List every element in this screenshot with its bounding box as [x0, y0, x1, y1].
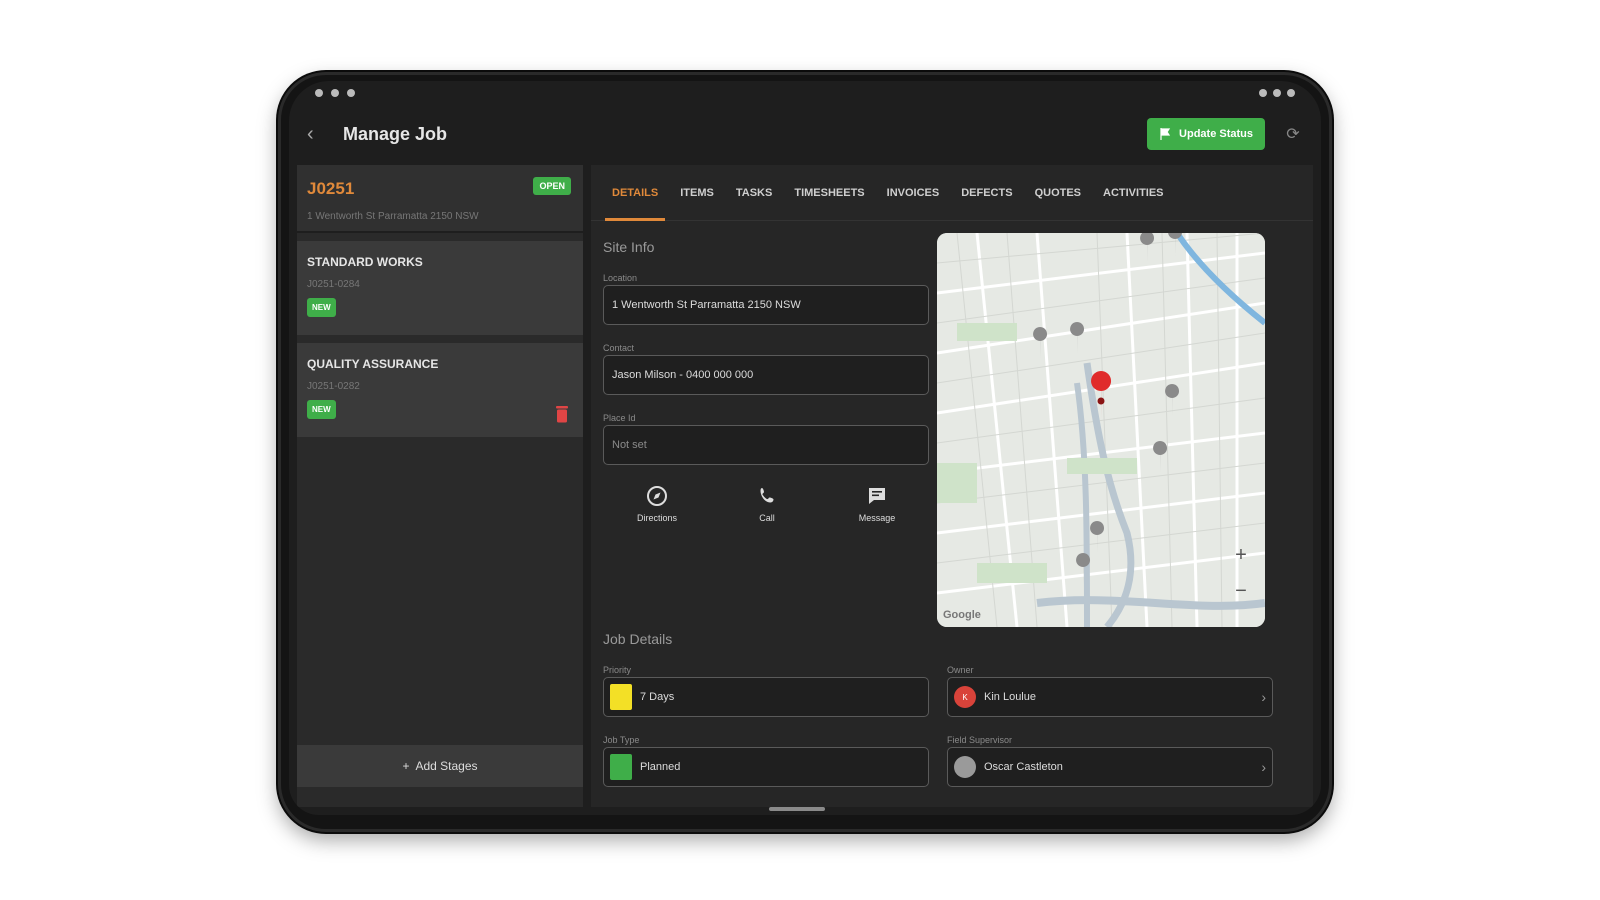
job-type-field[interactable]: Planned: [603, 747, 929, 787]
job-address: 1 Wentworth St Parramatta 2150 NSW: [307, 211, 479, 222]
signal-icon: [1259, 89, 1267, 97]
job-type-value: Planned: [640, 761, 681, 773]
trash-icon[interactable]: [555, 405, 569, 423]
directions-button[interactable]: Directions: [617, 485, 697, 523]
contact-field[interactable]: Jason Milson - 0400 000 000: [603, 355, 929, 395]
google-logo: Google: [943, 609, 981, 621]
supervisor-avatar: [954, 756, 976, 778]
compass-icon: [647, 486, 667, 506]
device-screen: ‹ Manage Job Update Status ⟳ J0251 1 Wen…: [289, 81, 1321, 815]
tab-details[interactable]: DETAILS: [601, 165, 669, 221]
tab-items[interactable]: ITEMS: [669, 165, 725, 221]
place-id-field[interactable]: Not set: [603, 425, 929, 465]
owner-value: Kin Loulue: [984, 691, 1036, 703]
stage-card-quality-assurance[interactable]: QUALITY ASSURANCE J0251-0282 NEW: [297, 343, 583, 437]
message-label: Message: [858, 513, 896, 523]
tab-timesheets[interactable]: TIMESHEETS: [783, 165, 875, 221]
page-title: Manage Job: [343, 123, 448, 144]
details-panel: DETAILS ITEMS TASKS TIMESHEETS INVOICES …: [591, 165, 1313, 807]
message-button[interactable]: Message: [837, 485, 917, 523]
job-type-label: Job Type: [603, 735, 640, 745]
refresh-icon[interactable]: ⟳: [1283, 124, 1303, 144]
tablet-frame: ‹ Manage Job Update Status ⟳ J0251 1 Wen…: [278, 72, 1332, 832]
notification-icon: [315, 89, 323, 97]
contact-label: Contact: [603, 343, 635, 353]
add-stages-button[interactable]: + Add Stages: [297, 745, 583, 787]
job-header[interactable]: J0251 1 Wentworth St Parramatta 2150 NSW…: [297, 165, 583, 233]
supervisor-field[interactable]: Oscar Castleton ›: [947, 747, 1273, 787]
tab-tasks[interactable]: TASKS: [725, 165, 783, 221]
tab-invoices[interactable]: INVOICES: [876, 165, 951, 221]
job-details-heading: Job Details: [603, 631, 673, 647]
place-id-label: Place Id: [603, 413, 636, 423]
supervisor-label: Field Supervisor: [947, 735, 1013, 745]
notification-icon: [347, 89, 355, 97]
stage-title: QUALITY ASSURANCE: [307, 357, 439, 371]
zoom-in-button[interactable]: +: [1229, 543, 1253, 567]
tab-quotes[interactable]: QUOTES: [1024, 165, 1092, 221]
notification-icon: [331, 89, 339, 97]
back-arrow-icon[interactable]: ‹: [307, 124, 327, 144]
stage-card-standard-works[interactable]: STANDARD WORKS J0251-0284 NEW: [297, 241, 583, 335]
flag-icon: [1160, 128, 1171, 140]
tab-activities[interactable]: ACTIVITIES: [1092, 165, 1175, 221]
update-status-button[interactable]: Update Status: [1147, 118, 1265, 150]
app-bar: ‹ Manage Job Update Status ⟳: [289, 109, 1321, 159]
call-button[interactable]: Call: [727, 485, 807, 523]
status-badge: OPEN: [533, 177, 571, 195]
update-status-label: Update Status: [1179, 128, 1253, 140]
message-icon: [869, 488, 885, 504]
status-bar: [289, 81, 1321, 105]
stage-status-badge: NEW: [307, 400, 336, 419]
owner-avatar: K: [954, 686, 976, 708]
stage-status-badge: NEW: [307, 298, 336, 317]
call-label: Call: [759, 513, 775, 523]
phone-icon: [760, 488, 774, 503]
stages-panel: J0251 1 Wentworth St Parramatta 2150 NSW…: [297, 165, 583, 807]
zoom-out-button[interactable]: −: [1229, 579, 1253, 603]
battery-icon: [1287, 89, 1295, 97]
priority-field[interactable]: 7 Days: [603, 677, 929, 717]
supervisor-value: Oscar Castleton: [984, 761, 1063, 773]
location-field[interactable]: 1 Wentworth St Parramatta 2150 NSW: [603, 285, 929, 325]
site-info-heading: Site Info: [603, 239, 655, 255]
job-type-color-swatch: [610, 754, 632, 780]
location-map[interactable]: + − Google: [937, 233, 1265, 627]
plus-icon: +: [402, 759, 410, 773]
chevron-right-icon: ›: [1261, 689, 1266, 705]
chevron-right-icon: ›: [1261, 759, 1266, 775]
stage-title: STANDARD WORKS: [307, 255, 423, 269]
directions-label: Directions: [636, 513, 677, 523]
home-indicator[interactable]: [769, 807, 825, 811]
map-canvas: [937, 233, 1265, 627]
owner-label: Owner: [947, 665, 974, 675]
tab-defects[interactable]: DEFECTS: [950, 165, 1023, 221]
priority-color-swatch: [610, 684, 632, 710]
owner-field[interactable]: K Kin Loulue ›: [947, 677, 1273, 717]
stage-code: J0251-0284: [307, 279, 360, 290]
add-stages-label: Add Stages: [415, 759, 478, 773]
priority-value: 7 Days: [640, 691, 675, 703]
wifi-icon: [1273, 89, 1281, 97]
priority-label: Priority: [603, 665, 632, 675]
stage-code: J0251-0282: [307, 381, 360, 392]
tab-bar: DETAILS ITEMS TASKS TIMESHEETS INVOICES …: [591, 165, 1313, 221]
location-label: Location: [603, 273, 638, 283]
